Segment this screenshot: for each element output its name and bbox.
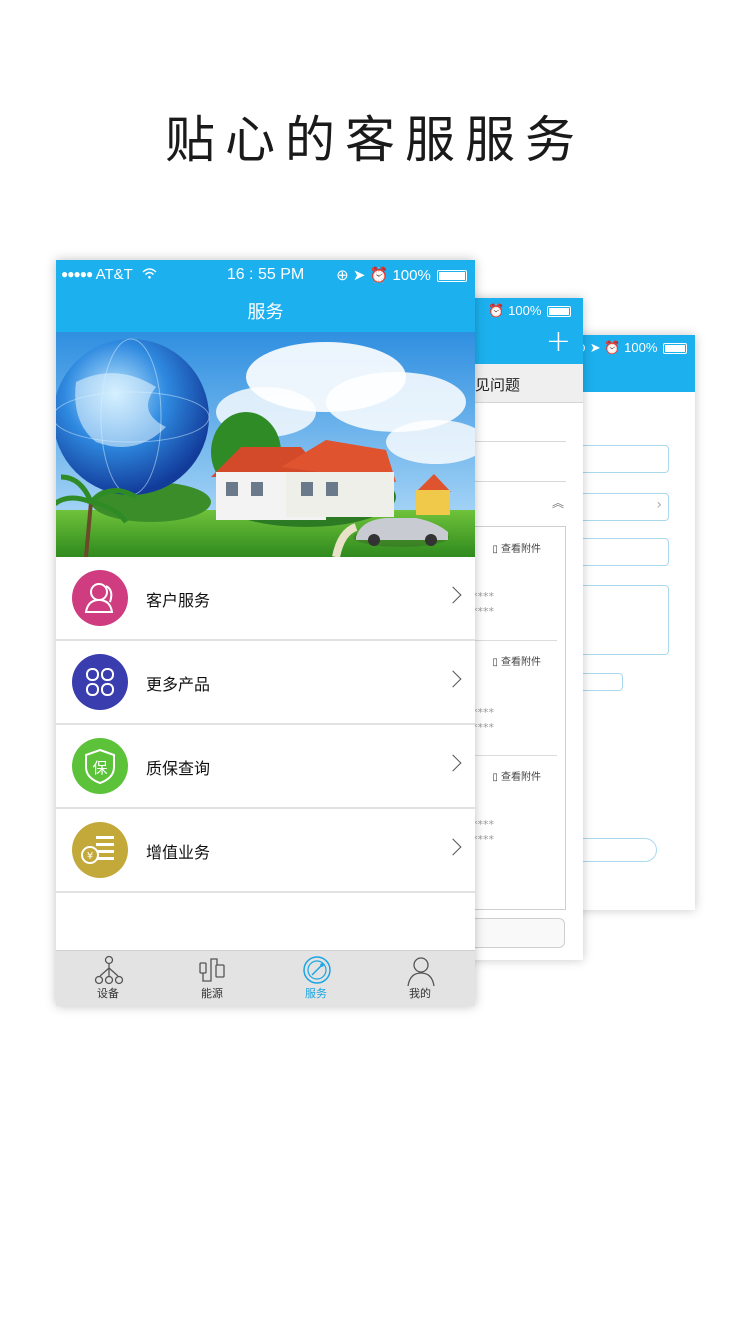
chevron-right-icon: ›: [656, 497, 662, 513]
chevron-right-icon: [444, 754, 462, 772]
device-icon: [94, 955, 124, 985]
menu-item-label: 增值业务: [146, 843, 211, 862]
battery-text: 100%: [508, 303, 542, 318]
add-icon[interactable]: +: [546, 327, 571, 357]
view-attachment-link[interactable]: ▯ 查看附件: [492, 653, 541, 668]
view-attachment-label: 查看附件: [501, 544, 541, 555]
status-bar: ●●●●● AT&T 16 : 55 PM ⊕ ➤ ⏰ 100%: [56, 266, 475, 286]
chevron-right-icon: [444, 586, 462, 604]
customer-service-icon: [72, 570, 128, 626]
tab-label: 服务: [305, 987, 327, 1000]
chevron-right-icon: [444, 838, 462, 856]
value-added-icon: ¥: [72, 822, 128, 878]
more-products-icon: [72, 654, 128, 710]
bottom-tab-bar: 设备 能源 服务 我的: [56, 950, 475, 1006]
back-screen-faq-status: ⏰ 100%: [488, 303, 571, 319]
masked-text: **** ****: [472, 705, 494, 735]
chevron-up-icon[interactable]: ︽: [552, 494, 564, 511]
service-icon: [303, 956, 331, 984]
masked-value: ****: [472, 590, 494, 603]
masked-value: ****: [472, 833, 494, 846]
location-icon: ➤: [589, 340, 601, 355]
service-menu: 客户服务 更多产品 保 质保查询 ¥ 增值业务: [56, 557, 475, 893]
masked-value: ****: [472, 706, 494, 719]
masked-value: ****: [472, 721, 494, 734]
banner-image[interactable]: [56, 332, 475, 557]
alarm-icon: ⏰: [604, 340, 621, 355]
alarm-icon: ⏰: [488, 303, 505, 318]
svg-text:保: 保: [92, 759, 107, 777]
tab-label: 我的: [409, 987, 431, 1000]
warranty-icon: 保: [72, 738, 128, 794]
battery-icon: [663, 343, 687, 355]
tab-device[interactable]: 设备: [56, 951, 160, 1006]
masked-value: ****: [472, 605, 494, 618]
menu-item-label: 更多产品: [146, 675, 211, 694]
tab-label: 设备: [97, 987, 119, 1000]
tab-profile[interactable]: 我的: [368, 951, 472, 1006]
page-title: 服务: [247, 302, 284, 323]
headline: 贴心的客服服务: [165, 111, 585, 169]
masked-text: **** ****: [472, 589, 494, 619]
menu-item-value-added[interactable]: ¥ 增值业务: [56, 809, 475, 893]
tab-label: 能源: [201, 987, 223, 1000]
main-header: ●●●●● AT&T 16 : 55 PM ⊕ ➤ ⏰ 100% 服务: [56, 260, 475, 332]
tab-energy[interactable]: 能源: [160, 951, 264, 1006]
menu-item-label: 质保查询: [146, 759, 211, 778]
menu-item-more-products[interactable]: 更多产品: [56, 641, 475, 725]
profile-icon: [407, 957, 435, 987]
masked-value: ****: [472, 818, 494, 831]
battery-text: 100%: [624, 340, 658, 355]
menu-item-label: 客户服务: [146, 591, 211, 610]
location-icon: ➤: [352, 267, 366, 284]
alarm-icon: ⏰: [369, 267, 389, 284]
energy-icon: [199, 958, 225, 982]
chevron-right-icon: [444, 670, 462, 688]
status-right: ⊕ ➤ ⏰ 100%: [336, 266, 467, 284]
battery-text: 100%: [392, 267, 431, 284]
svg-text:¥: ¥: [87, 851, 93, 862]
menu-item-warranty[interactable]: 保 质保查询: [56, 725, 475, 809]
view-attachment-label: 查看附件: [501, 772, 541, 783]
view-attachment-link[interactable]: ▯ 查看附件: [492, 540, 541, 555]
battery-icon: [547, 306, 571, 318]
orientation-lock-icon: ⊕: [336, 267, 349, 284]
tab-service[interactable]: 服务: [264, 951, 368, 1006]
back-screen-form-status: ⊕ ➤ ⏰ 100%: [575, 340, 687, 356]
view-attachment-link[interactable]: ▯ 查看附件: [492, 768, 541, 783]
view-attachment-label: 查看附件: [501, 657, 541, 668]
masked-text: **** ****: [472, 817, 494, 847]
main-screen: ●●●●● AT&T 16 : 55 PM ⊕ ➤ ⏰ 100% 服务 客户服务…: [56, 260, 475, 1006]
menu-item-customer-service[interactable]: 客户服务: [56, 557, 475, 641]
battery-icon: [437, 270, 467, 283]
